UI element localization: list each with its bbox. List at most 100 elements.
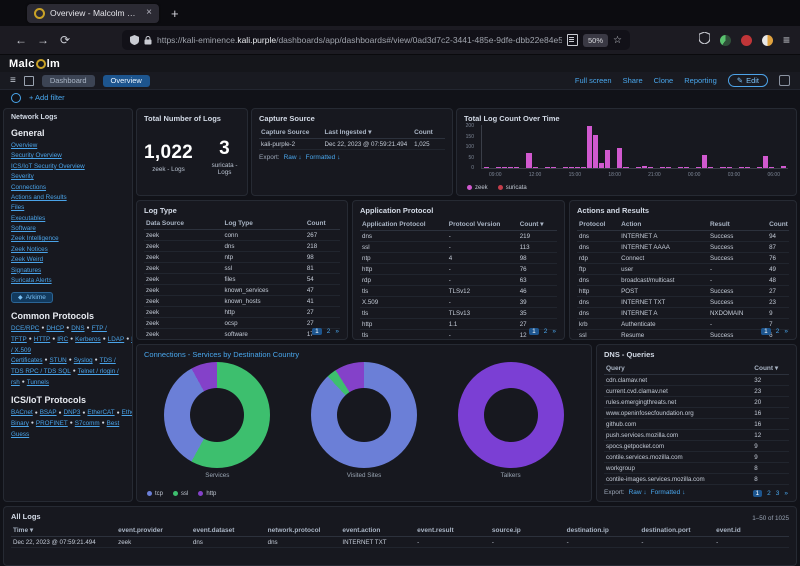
page-button-1[interactable]: 1	[761, 328, 771, 335]
sidebar-link[interactable]: Actions and Results	[11, 193, 125, 203]
table-row[interactable]: www.openinfosecfoundation.org 16	[604, 407, 789, 419]
page-button-1[interactable]: 1	[752, 490, 763, 497]
sidebar-link[interactable]: Suricata Alerts	[11, 276, 125, 286]
table-row[interactable]: dns INTERNET A NXDOMAIN 9	[577, 307, 789, 319]
page-button-2[interactable]: 2	[767, 490, 771, 497]
bar[interactable]	[605, 150, 611, 168]
donut-chart[interactable]	[164, 362, 271, 468]
page-button-»[interactable]: »	[335, 328, 339, 335]
table-row[interactable]: current.cvd.clamav.net 23	[604, 385, 789, 397]
bar[interactable]	[738, 167, 744, 168]
protocol-link[interactable]: Kerberos	[75, 336, 101, 343]
protocol-link[interactable]: IRC	[57, 336, 68, 343]
bar[interactable]	[744, 167, 750, 168]
table-row[interactable]: zeek ntp 98	[144, 251, 340, 263]
sidebar-link[interactable]: Software	[11, 224, 125, 234]
table-row[interactable]: github.com 16	[604, 418, 789, 430]
bar[interactable]	[623, 167, 629, 168]
page-button-»[interactable]: »	[784, 490, 788, 497]
page-button-2[interactable]: 2	[776, 328, 780, 335]
bar[interactable]	[599, 162, 605, 168]
table-row[interactable]: rdp -63	[360, 274, 557, 286]
sidebar-link[interactable]: Zeek Intelligence	[11, 234, 125, 244]
protocol-link[interactable]: PROFINET	[36, 420, 68, 427]
edit-button[interactable]: ✎ Edit	[727, 74, 768, 87]
protocol-link[interactable]: DNS	[71, 325, 84, 332]
bar[interactable]	[593, 134, 599, 168]
table-row[interactable]: dns broadcast/multicast -48	[577, 274, 789, 286]
bar[interactable]	[526, 153, 532, 168]
bookmark-star-icon[interactable]: ☆	[613, 35, 622, 46]
extension-shield-icon[interactable]	[698, 31, 711, 49]
breadcrumb-overview[interactable]: Overview	[102, 74, 150, 87]
bar[interactable]	[708, 167, 714, 168]
page-button-»[interactable]: »	[784, 328, 788, 335]
bar[interactable]	[781, 166, 787, 168]
legend-item-tcp[interactable]: tcp	[147, 490, 163, 497]
protocol-link[interactable]: MQTT	[131, 336, 132, 343]
reporting-link[interactable]: Reporting	[684, 76, 717, 85]
table-row[interactable]: dns INTERNET AAAA Success 87	[577, 241, 789, 253]
protocol-link[interactable]: BSAP	[40, 409, 57, 416]
bar[interactable]	[726, 167, 732, 168]
reload-icon[interactable]: ⟳	[54, 33, 76, 47]
protocol-link[interactable]: LDAP	[108, 336, 124, 343]
bar[interactable]	[532, 167, 538, 168]
sidebar-link[interactable]: Severity	[11, 172, 125, 182]
legend-item-zeek[interactable]: zeek	[467, 184, 488, 191]
column-header[interactable]: Protocol Version	[446, 218, 518, 231]
bar[interactable]	[756, 167, 762, 168]
column-header[interactable]: Protocol	[577, 218, 620, 231]
table-row[interactable]: zeek known_services 47	[144, 284, 340, 296]
table-row[interactable]: dns -219	[360, 230, 557, 242]
table-row[interactable]: tls TLSv13 35	[360, 307, 557, 319]
bar[interactable]	[568, 167, 574, 168]
panel-options-icon[interactable]	[779, 75, 790, 86]
column-header[interactable]: Count ▾	[767, 218, 789, 231]
table-row[interactable]: zeek files 54	[144, 273, 340, 285]
sidebar-link[interactable]: Security Overview	[11, 151, 125, 161]
table-row[interactable]: tls - 12	[360, 329, 557, 339]
table-row[interactable]: X.509-39	[360, 296, 557, 308]
column-header[interactable]: Result	[707, 218, 768, 231]
extension-red-icon[interactable]	[740, 34, 752, 46]
sidebar-link[interactable]: Zeek Weird	[11, 255, 125, 265]
browser-tab[interactable]: Overview - Malcolm Dashboard ×	[27, 3, 159, 23]
column-header[interactable]: Last Ingested ▾	[322, 126, 413, 139]
arkime-button[interactable]: ◆ Arkime	[11, 292, 53, 304]
page-button-3[interactable]: 3	[776, 490, 780, 497]
export-raw-link[interactable]: Raw ↓	[284, 154, 302, 161]
table-row[interactable]: tls TLSv12 46	[360, 285, 557, 297]
nav-hamburger-icon[interactable]: ≡	[10, 75, 16, 86]
page-button-2[interactable]: 2	[544, 328, 548, 335]
back-icon[interactable]: ←	[10, 33, 32, 47]
bar[interactable]	[678, 167, 684, 168]
bar[interactable]	[659, 167, 665, 168]
protocol-link[interactable]: DHCP	[46, 325, 64, 332]
sidebar-link[interactable]: ICS/IoT Security Overview	[11, 162, 125, 172]
column-header[interactable]: Count ▾	[517, 218, 557, 231]
legend-item-ssl[interactable]: ssl	[173, 490, 188, 497]
bar[interactable]	[647, 167, 653, 168]
bar-chart[interactable]	[481, 125, 788, 169]
column-header[interactable]: Query	[604, 362, 753, 375]
table-row[interactable]: workgroup 8	[604, 462, 789, 474]
table-row[interactable]: http POST Success 27	[577, 285, 789, 297]
bar[interactable]	[508, 167, 514, 168]
protocol-link[interactable]: Tunnels	[27, 379, 49, 386]
table-row[interactable]: ssl -113	[360, 241, 557, 253]
column-header[interactable]: Data Source	[144, 218, 223, 230]
sidebar-link[interactable]: Executables	[11, 214, 125, 224]
table-row[interactable]: zeek conn 267	[144, 229, 340, 241]
bar[interactable]	[696, 167, 702, 168]
export-formatted-link[interactable]: Formatted ↓	[306, 154, 341, 161]
extension-green-icon[interactable]	[719, 34, 731, 46]
tab-close-icon[interactable]: ×	[146, 8, 152, 18]
table-row[interactable]: ssl Resume Success 6	[577, 329, 789, 339]
legend-item-suricata[interactable]: suricata	[497, 184, 527, 191]
clone-link[interactable]: Clone	[654, 76, 674, 85]
table-row[interactable]: zeek ocsp 27	[144, 317, 340, 329]
column-header[interactable]: Application Protocol	[360, 218, 447, 231]
table-row[interactable]: spocs.getpocket.com 9	[604, 440, 789, 452]
add-filter-link[interactable]: + Add filter	[29, 93, 65, 102]
